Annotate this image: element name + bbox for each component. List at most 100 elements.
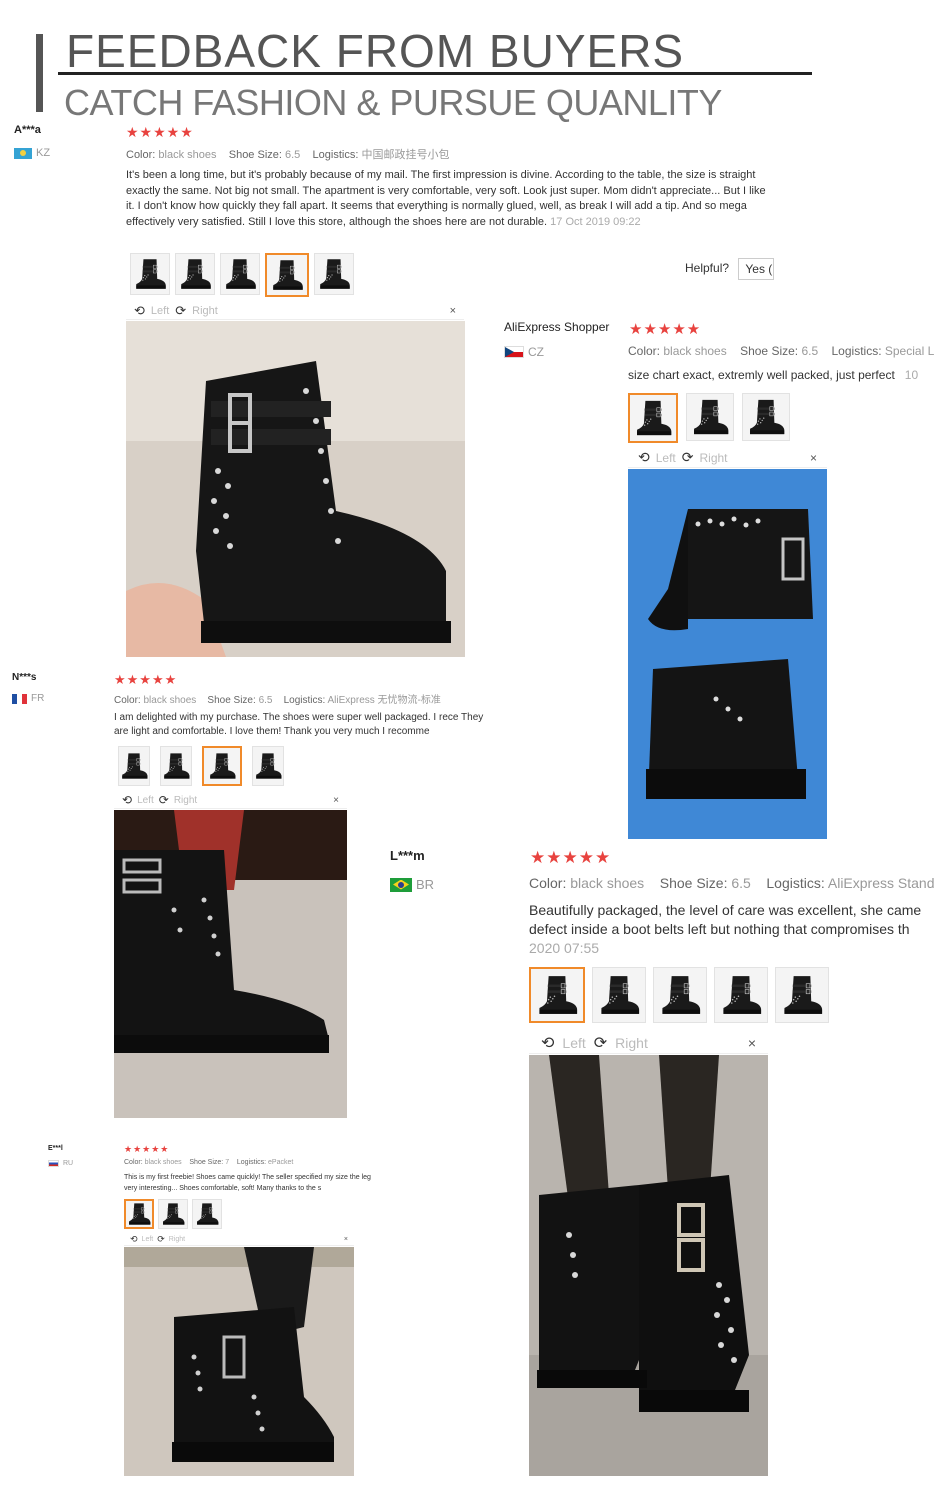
rotate-right-icon[interactable]: ⟳ [594,1033,607,1053]
rotate-right-button[interactable]: Right [169,1236,185,1243]
review-meta: Color: black shoes Shoe Size: 6.5 Logist… [126,146,449,162]
fr-flag-icon [12,693,27,704]
color-label: Color: [628,344,661,358]
rotate-right-button[interactable]: Right [192,305,218,317]
color-value: black shoes [158,149,217,161]
page-title: FEEDBACK FROM BUYERS [66,25,685,77]
color-label: Color: [529,875,567,891]
review-thumbnails [124,1199,222,1229]
review-thumbnails [628,393,790,443]
image-viewer-toolbar: ⟲ Left ⟳ Right × [529,1032,768,1054]
rotate-left-button[interactable]: Left [151,305,169,317]
review-body: It's been a long time, but it's probably… [126,169,766,228]
rotate-left-icon[interactable]: ⟲ [130,1234,138,1245]
helpful-yes-button[interactable]: Yes ( [738,258,775,280]
rotate-left-button[interactable]: Left [562,1035,585,1051]
review-text: Beautifully packaged, the level of care … [529,902,922,937]
rotate-right-icon[interactable]: ⟳ [682,449,694,466]
photo-thumbnail[interactable] [686,393,734,441]
photo-thumbnail[interactable] [192,1199,222,1229]
size-label: Shoe Size: [228,149,282,161]
photo-thumbnail[interactable] [175,253,215,295]
size-value: 6.5 [731,875,751,891]
viewer-close-button[interactable]: × [450,305,456,317]
color-value: black shoes [143,695,197,706]
photo-thumbnail[interactable] [220,253,260,295]
photo-thumbnail[interactable] [314,253,354,295]
rating-stars: ★★★★★ [124,1144,170,1154]
header-divider [58,72,812,75]
photo-thumbnail[interactable] [130,253,170,295]
photo-thumbnail-selected[interactable] [124,1199,154,1229]
review-photo [529,1055,768,1476]
photo-thumbnail[interactable] [118,746,150,786]
viewer-close-button[interactable]: × [333,795,339,806]
rotate-right-icon[interactable]: ⟳ [159,793,169,807]
photo-thumbnail-selected[interactable] [529,967,585,1023]
rotate-left-button[interactable]: Left [656,451,676,465]
rotate-left-icon[interactable]: ⟲ [541,1033,554,1053]
viewer-close-button[interactable]: × [344,1236,348,1243]
header-accent-bar [36,34,43,112]
rotate-left-button[interactable]: Left [137,795,154,806]
reviewer-name: L***m [390,848,425,863]
reviewer-country: RU [48,1160,73,1167]
photo-thumbnail[interactable] [775,967,829,1023]
rating-stars: ★★★★★ [114,672,178,687]
review-meta: Color: black shoes Shoe Size: 6.5 Logist… [529,875,950,891]
photo-thumbnail-selected[interactable] [202,746,242,786]
review-meta: Color: black shoes Shoe Size: 6.5 Logist… [114,691,441,706]
logistics-value: 中国邮政挂号小包 [361,149,450,161]
photo-thumbnail[interactable] [158,1199,188,1229]
logistics-label: Logistics: [312,149,359,161]
rotate-right-button[interactable]: Right [699,451,727,465]
size-value: 6.5 [258,695,273,706]
review-photo [114,810,347,1118]
photo-thumbnail[interactable] [653,967,707,1023]
photo-thumbnail[interactable] [742,393,790,441]
country-code: RU [63,1160,74,1167]
rotate-right-button[interactable]: Right [615,1035,648,1051]
size-label: Shoe Size: [740,344,799,358]
viewer-close-button[interactable]: × [810,451,817,465]
reviewer-name: AliExpress Shopper [504,320,610,334]
country-code: KZ [36,147,51,159]
cz-flag-icon [504,346,524,358]
image-viewer-toolbar: ⟲ Left ⟳ Right × [114,792,347,809]
reviewer-country: CZ [504,345,544,359]
rotate-left-icon[interactable]: ⟲ [134,303,145,319]
size-value: 6.5 [801,344,819,358]
review-date: 10 [904,368,919,382]
rotate-right-button[interactable]: Right [174,795,197,806]
rotate-right-icon[interactable]: ⟳ [157,1234,165,1245]
logistics-label: Logistics: [283,695,326,706]
photo-thumbnail[interactable] [592,967,646,1023]
photo-thumbnail[interactable] [714,967,768,1023]
image-viewer-toolbar: ⟲ Left ⟳ Right × [628,448,827,468]
logistics-label: Logistics: [766,875,825,891]
reviewer-name: N***s [12,672,37,683]
logistics-label: Logistics: [831,344,882,358]
photo-thumbnail[interactable] [252,746,284,786]
viewer-close-button[interactable]: × [748,1035,756,1051]
rotate-left-icon[interactable]: ⟲ [638,449,650,466]
photo-thumbnail-selected[interactable] [628,393,678,443]
page-subtitle: CATCH FASHION & PURSUE QUANLITY [64,82,722,123]
rating-stars: ★★★★★ [126,124,194,140]
rotate-left-button[interactable]: Left [142,1236,154,1243]
logistics-value: Special L [884,344,935,358]
photo-thumbnail[interactable] [160,746,192,786]
photo-thumbnail-selected[interactable] [265,253,309,297]
logistics-value: AliExpress 无忧物流-标准 [327,695,441,706]
size-label: Shoe Size: [207,695,256,706]
helpful-label: Helpful? [685,261,730,276]
rotate-right-icon[interactable]: ⟳ [175,303,186,319]
country-code: BR [416,877,435,892]
review-thumbnails [529,967,829,1023]
rotate-left-icon[interactable]: ⟲ [122,793,132,807]
reviewer-country: KZ [14,147,50,159]
review-text: I am delighted with my purchase. The sho… [114,712,484,737]
color-label: Color: [126,149,156,161]
review-date: 17 Oct 2019 09:22 [550,215,641,228]
reviewer-country: FR [12,693,44,704]
